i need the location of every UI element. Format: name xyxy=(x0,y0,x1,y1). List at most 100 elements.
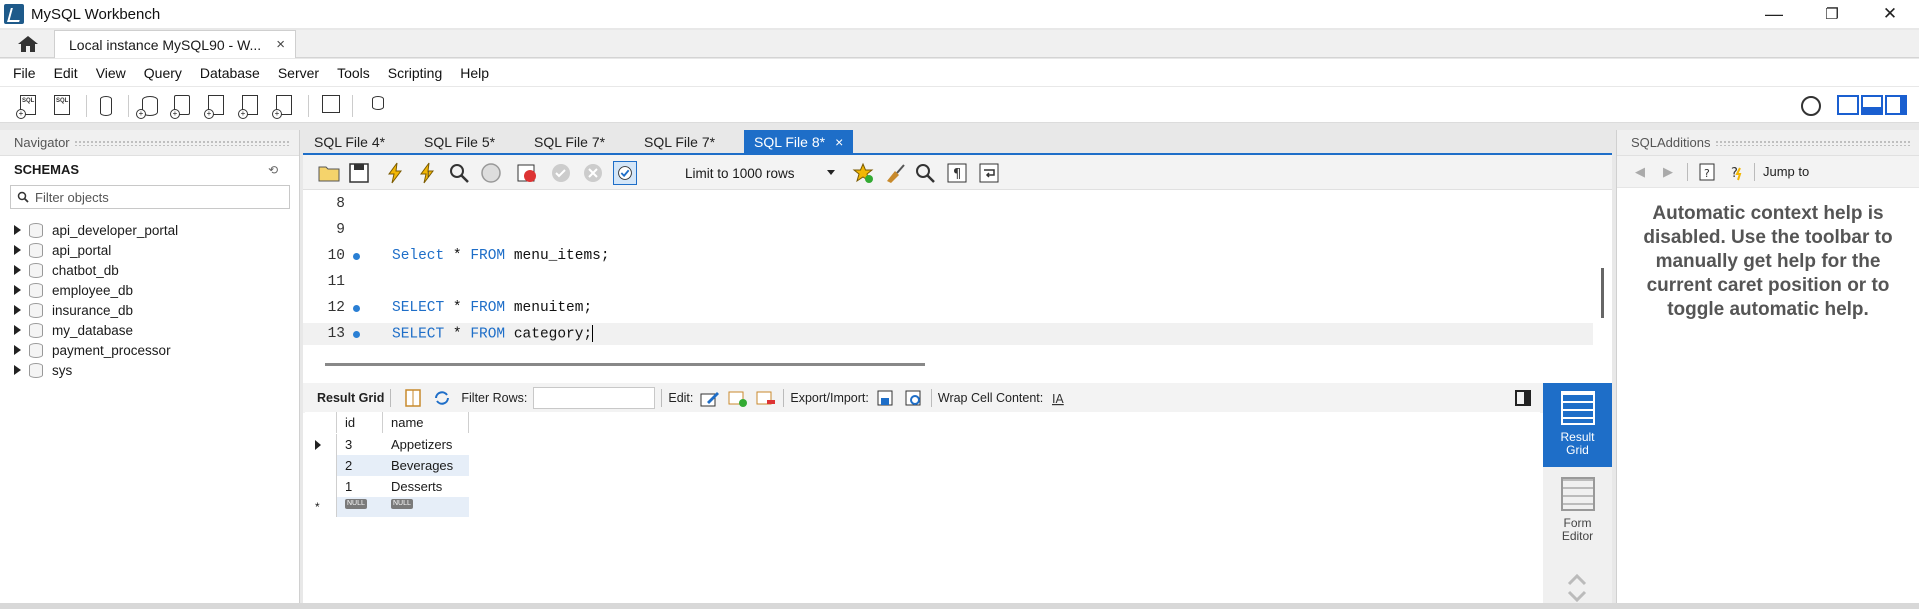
schema-item[interactable]: my_database xyxy=(14,320,178,340)
execute-current-statement-icon[interactable]: I xyxy=(415,161,439,185)
word-wrap-icon[interactable] xyxy=(977,161,1001,185)
schema-item[interactable]: api_portal xyxy=(14,240,178,260)
autocommit-toggle-icon[interactable] xyxy=(613,161,637,185)
table-row[interactable]: 1 Desserts xyxy=(305,476,469,497)
cell-name[interactable]: Beverages xyxy=(383,455,469,476)
tab-sql-file-5[interactable]: SQL File 5* xyxy=(424,130,495,154)
back-arrow-icon[interactable]: ◀ xyxy=(1635,164,1645,180)
table-row[interactable]: 2 Beverages xyxy=(305,455,469,476)
expand-arrow-icon[interactable] xyxy=(14,345,21,355)
add-snippet-star-icon[interactable] xyxy=(851,161,875,185)
cell-id[interactable]: 1 xyxy=(337,476,383,497)
menu-help[interactable]: Help xyxy=(451,65,498,81)
form-editor-view-button[interactable]: Form Editor xyxy=(1543,469,1612,553)
refresh-results-icon[interactable] xyxy=(431,388,453,408)
tab-sql-file-4[interactable]: SQL File 4* xyxy=(314,130,385,154)
forward-arrow-icon[interactable]: ▶ xyxy=(1663,164,1673,180)
delete-row-icon[interactable] xyxy=(755,388,777,408)
column-header-id[interactable]: id xyxy=(337,412,383,433)
create-procedure-icon[interactable]: + xyxy=(238,93,264,119)
cell-name[interactable]: Desserts xyxy=(383,476,469,497)
insert-row-icon[interactable] xyxy=(727,388,749,408)
save-icon[interactable] xyxy=(347,161,371,185)
find-icon[interactable] xyxy=(913,161,937,185)
filter-rows-input[interactable] xyxy=(533,387,656,409)
home-button[interactable] xyxy=(10,32,46,56)
close-connection-tab-icon[interactable]: × xyxy=(276,36,285,53)
expand-arrow-icon[interactable] xyxy=(14,325,21,335)
filter-objects-input[interactable] xyxy=(35,189,275,205)
expand-arrow-icon[interactable] xyxy=(14,245,21,255)
create-view-icon[interactable]: + xyxy=(204,93,230,119)
manual-help-icon[interactable]: ? xyxy=(1698,162,1718,182)
menu-scripting[interactable]: Scripting xyxy=(379,65,451,81)
limit-rows-select[interactable]: Limit to 1000 rows xyxy=(679,162,841,184)
beautify-broom-icon[interactable] xyxy=(883,161,907,185)
table-row[interactable]: 3 Appetizers xyxy=(305,434,469,455)
create-schema-icon[interactable]: + xyxy=(136,93,162,119)
sql-code-editor[interactable]: 8 9 10 Select * FROM menu_items; 11 12 S… xyxy=(303,190,1593,355)
account-icon[interactable] xyxy=(1801,96,1821,116)
create-table-icon[interactable]: + xyxy=(170,93,196,119)
schema-item[interactable]: sys xyxy=(14,360,178,380)
inspector-icon[interactable] xyxy=(94,93,120,119)
explain-icon[interactable] xyxy=(447,161,471,185)
editor-vertical-scrollbar[interactable] xyxy=(1601,268,1604,318)
expand-arrow-icon[interactable] xyxy=(14,225,21,235)
refresh-schemas-icon[interactable]: ⟲ xyxy=(268,163,278,177)
close-button[interactable]: ✕ xyxy=(1861,0,1919,28)
search-table-data-icon[interactable] xyxy=(318,93,344,119)
import-icon[interactable] xyxy=(903,388,925,408)
stop-icon[interactable] xyxy=(479,161,503,185)
edit-row-icon[interactable] xyxy=(699,388,721,408)
expand-arrow-icon[interactable] xyxy=(14,365,21,375)
tab-sql-file-8[interactable]: SQL File 8* × xyxy=(744,130,854,154)
rollback-icon[interactable] xyxy=(581,161,605,185)
more-views-chevrons-icon[interactable] xyxy=(1565,570,1589,606)
invisible-chars-icon[interactable]: ¶ xyxy=(945,161,969,185)
reconnect-icon[interactable] xyxy=(362,93,388,119)
open-sql-script-icon[interactable]: SQL xyxy=(50,93,76,119)
jump-to-select[interactable]: Jump to xyxy=(1763,164,1809,179)
cell-id[interactable]: 2 xyxy=(337,455,383,476)
create-function-icon[interactable]: + xyxy=(272,93,298,119)
result-grid-view-button[interactable]: Result Grid xyxy=(1543,383,1612,467)
restore-button[interactable]: ❐ xyxy=(1803,0,1861,28)
minimize-button[interactable]: — xyxy=(1745,0,1803,28)
commit-icon[interactable] xyxy=(549,161,573,185)
menu-tools[interactable]: Tools xyxy=(328,65,379,81)
export-icon[interactable] xyxy=(875,388,897,408)
schema-item[interactable]: payment_processor xyxy=(14,340,178,360)
expand-arrow-icon[interactable] xyxy=(14,305,21,315)
wrap-cell-icon[interactable]: IA xyxy=(1049,388,1071,408)
cell-name[interactable]: Appetizers xyxy=(383,434,469,455)
new-row[interactable]: * NULL NULL xyxy=(305,497,469,517)
schema-item[interactable]: employee_db xyxy=(14,280,178,300)
menu-server[interactable]: Server xyxy=(269,65,328,81)
cell-id[interactable]: 3 xyxy=(337,434,383,455)
schema-item[interactable]: api_developer_portal xyxy=(14,220,178,240)
menu-file[interactable]: File xyxy=(4,65,45,81)
tab-sql-file-7b[interactable]: SQL File 7* xyxy=(644,130,715,154)
grid-layout-icon[interactable] xyxy=(403,388,425,408)
menu-view[interactable]: View xyxy=(87,65,135,81)
editor-horizontal-scrollbar[interactable] xyxy=(325,363,925,366)
tab-sql-file-7[interactable]: SQL File 7* xyxy=(534,130,605,154)
cell-id-null[interactable]: NULL xyxy=(337,497,383,517)
new-sql-tab-icon[interactable]: SQL + xyxy=(16,93,42,119)
connection-tab-local-instance[interactable]: Local instance MySQL90 - W... × xyxy=(54,30,296,58)
execute-icon[interactable] xyxy=(383,161,407,185)
menu-edit[interactable]: Edit xyxy=(45,65,87,81)
toggle-output-button[interactable] xyxy=(1861,95,1883,115)
expand-arrow-icon[interactable] xyxy=(14,265,21,275)
cell-name-null[interactable]: NULL xyxy=(383,497,469,517)
menu-database[interactable]: Database xyxy=(191,65,269,81)
toggle-error-icon[interactable] xyxy=(515,161,539,185)
close-tab-icon[interactable]: × xyxy=(835,134,843,150)
expand-arrow-icon[interactable] xyxy=(14,285,21,295)
open-folder-icon[interactable] xyxy=(317,161,341,185)
schema-item[interactable]: insurance_db xyxy=(14,300,178,320)
menu-query[interactable]: Query xyxy=(135,65,191,81)
toggle-result-panel-icon[interactable] xyxy=(1515,390,1531,406)
schema-item[interactable]: chatbot_db xyxy=(14,260,178,280)
